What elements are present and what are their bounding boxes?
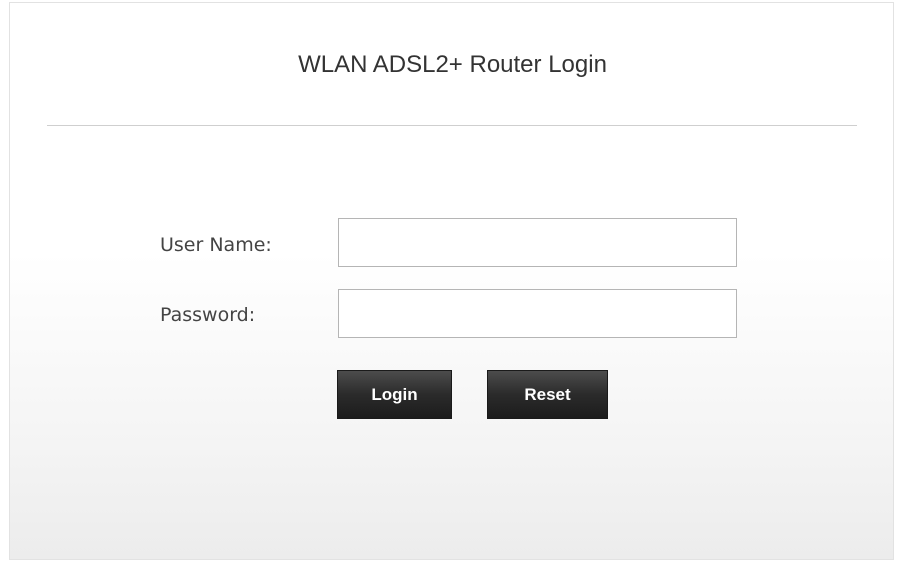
title-divider (47, 125, 857, 126)
reset-button[interactable]: Reset (487, 370, 608, 419)
login-button[interactable]: Login (337, 370, 452, 419)
page-title: WLAN ADSL2+ Router Login (298, 51, 607, 78)
username-input[interactable] (338, 218, 737, 267)
login-panel: WLAN ADSL2+ Router Login User Name: Pass… (9, 2, 894, 560)
password-input[interactable] (338, 289, 737, 338)
password-label: Password: (160, 304, 256, 326)
username-label: User Name: (160, 234, 272, 256)
